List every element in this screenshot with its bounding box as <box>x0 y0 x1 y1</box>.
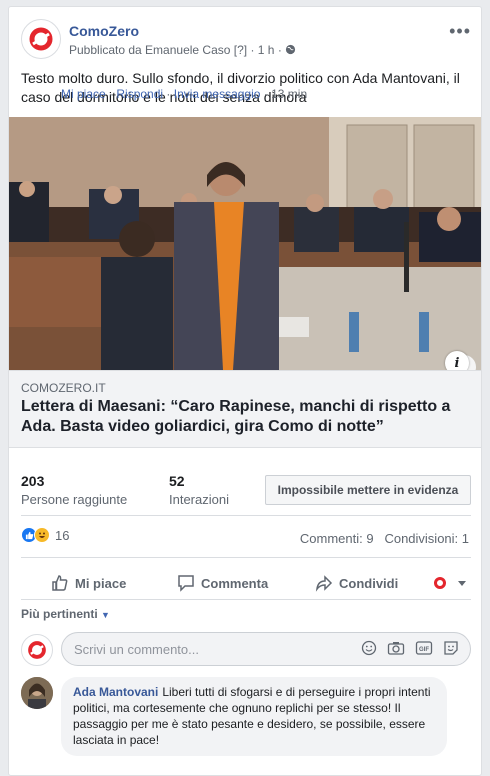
gif-icon[interactable]: GIF <box>415 640 433 656</box>
info-icon[interactable]: i <box>445 351 469 370</box>
share-button[interactable]: Condividi <box>315 574 398 592</box>
post-header: ComoZero Pubblicato da Emanuele Caso [?]… <box>21 19 471 63</box>
comments-shares-count: Commenti: 9 Condivisioni: 1 <box>300 531 469 546</box>
reaction-count: 16 <box>55 527 70 543</box>
comment-label: Commenta <box>201 575 269 591</box>
emoji-icon[interactable] <box>361 640 377 656</box>
divider <box>21 557 471 558</box>
reach-stat: 203 Persone raggiunte <box>21 473 127 507</box>
shares-count[interactable]: Condivisioni: 1 <box>384 531 469 546</box>
page-avatar[interactable] <box>21 19 61 59</box>
like-button[interactable]: Mi piace <box>51 574 126 592</box>
speech-bubble-icon <box>178 575 194 592</box>
info-icon-glyph: i <box>454 355 460 371</box>
comozero-logo-icon <box>29 27 53 51</box>
comment-reply-link[interactable]: Rispondi <box>116 87 163 101</box>
post-meta: Pubblicato da Emanuele Caso [?] · 1 h · <box>69 43 296 57</box>
comment-author[interactable]: Ada Mantovani <box>73 685 158 699</box>
comments-count[interactable]: Commenti: 9 <box>300 531 374 546</box>
post-time[interactable]: 1 h <box>258 43 275 57</box>
post-card: ComoZero Pubblicato da Emanuele Caso [?]… <box>8 6 482 776</box>
post-as-selector[interactable] <box>433 576 473 590</box>
share-label: Condividi <box>339 575 399 591</box>
globe-icon <box>285 43 296 57</box>
link-preview[interactable]: COMOZERO.IT Lettera di Maesani: “Caro Ra… <box>9 370 481 448</box>
camera-icon[interactable] <box>387 640 405 656</box>
page-name[interactable]: ComoZero <box>69 23 139 39</box>
divider <box>21 599 471 600</box>
comozero-logo-icon <box>28 641 46 659</box>
comment-button[interactable]: Commenta <box>177 574 268 592</box>
help-link[interactable]: [?] <box>234 43 247 57</box>
svg-text:GIF: GIF <box>419 647 429 653</box>
reach-label: Persone raggiunte <box>21 492 128 507</box>
thumbs-up-icon <box>52 575 68 591</box>
comment-bubble: Ada Mantovani Liberi tutti di sfogarsi e … <box>61 677 447 756</box>
comment-time[interactable]: 13 min <box>271 87 307 101</box>
link-domain: COMOZERO.IT <box>21 381 106 395</box>
sort-label: Più pertinenti <box>21 607 98 621</box>
like-label: Mi piace <box>75 575 127 591</box>
reach-value: 203 <box>21 473 45 489</box>
comment-message-link[interactable]: Invia messaggio <box>174 87 261 101</box>
sticker-icon[interactable] <box>443 640 459 656</box>
action-bar: Mi piace Commenta Condividi <box>21 567 471 599</box>
post-photo[interactable]: i <box>9 117 481 370</box>
commenter-avatar <box>21 634 53 666</box>
engagement-value: 52 <box>169 473 185 489</box>
engagement-label: Interazioni <box>169 492 229 507</box>
engagement-stat: 52 Interazioni <box>169 473 229 507</box>
comment-composer: GIF <box>21 632 471 668</box>
comment-tools: GIF <box>361 640 459 656</box>
haha-reaction-icon <box>34 527 50 543</box>
share-arrow-icon <box>315 575 333 592</box>
user-avatar[interactable] <box>21 677 53 709</box>
boost-button[interactable]: Impossibile mettere in evidenza <box>265 475 471 505</box>
caret-down-icon <box>458 581 466 586</box>
link-title[interactable]: Lettera di Maesani: “Caro Rapinese, manc… <box>21 397 466 437</box>
divider <box>21 515 471 516</box>
published-by: Pubblicato da Emanuele Caso <box>69 43 231 57</box>
more-options-icon[interactable]: ••• <box>449 21 471 42</box>
caret-down-icon: ▼ <box>101 610 110 620</box>
comment-like-link[interactable]: Mi piace <box>61 87 106 101</box>
page-logo-small-icon <box>434 577 446 589</box>
comment-footer: Mi piace · Rispondi · Invia messaggio · … <box>61 87 308 101</box>
reactions-summary[interactable]: 16 <box>21 527 69 543</box>
comment-sort-dropdown[interactable]: Più pertinenti ▼ <box>21 607 110 621</box>
